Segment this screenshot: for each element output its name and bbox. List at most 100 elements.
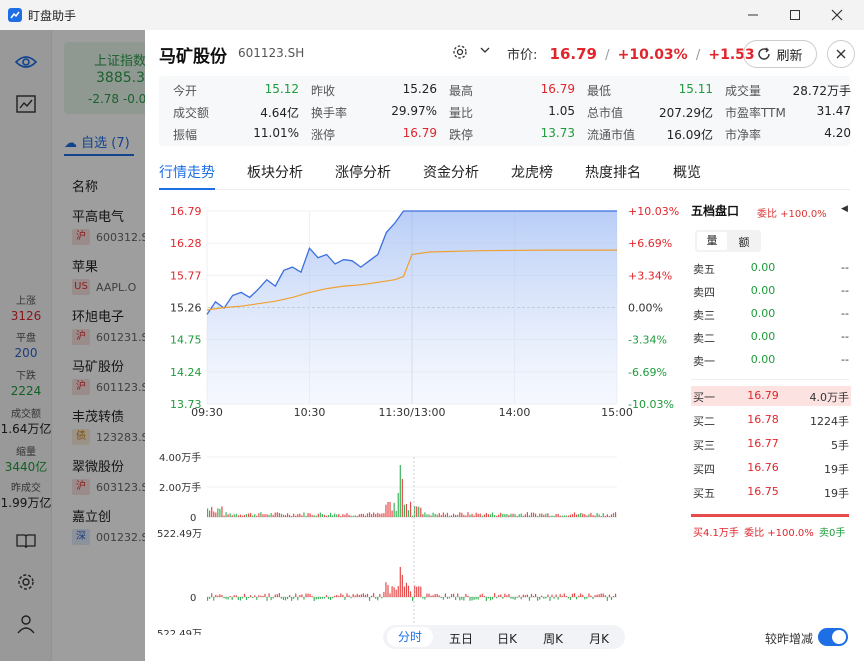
- gear-icon: [453, 45, 467, 59]
- compare-toggle-switch[interactable]: [818, 628, 848, 646]
- flow-bar: [565, 595, 567, 597]
- flow-bar: [301, 594, 303, 597]
- volume-bar: [606, 514, 608, 517]
- volume-bar: [235, 513, 237, 517]
- flow-bar: [422, 597, 424, 599]
- maximize-button[interactable]: [774, 0, 816, 30]
- modal-overlay[interactable]: [0, 30, 145, 661]
- tab-4[interactable]: 龙虎榜: [511, 162, 553, 182]
- flow-bar: [368, 597, 371, 601]
- period-1[interactable]: 五日: [441, 630, 481, 647]
- volume-bar: [260, 512, 262, 517]
- volume-bar: [512, 513, 514, 517]
- flow-bar: [547, 594, 549, 597]
- quote-value: 4.20: [824, 126, 851, 140]
- flow-bar: [323, 597, 326, 599]
- flow-bar: [250, 595, 252, 597]
- y-right-tick: +6.69%: [628, 237, 672, 250]
- volume-bar: [354, 515, 356, 517]
- flow-bar: [276, 594, 278, 597]
- tab-2[interactable]: 涨停分析: [335, 162, 391, 182]
- quote-value: 16.09亿: [666, 128, 713, 142]
- minimize-button[interactable]: [732, 0, 774, 30]
- flow-tick: 522.49万: [157, 629, 202, 635]
- flow-bar: [289, 595, 291, 597]
- volume-bar: [448, 515, 451, 517]
- y-left-tick: 16.79: [170, 205, 202, 218]
- refresh-button[interactable]: 刷新: [743, 40, 817, 68]
- quote-label: 总市值: [587, 106, 624, 120]
- refresh-label: 刷新: [776, 48, 803, 64]
- period-0[interactable]: 分时: [387, 627, 433, 647]
- period-3[interactable]: 周K: [533, 630, 573, 647]
- volume-bar: [291, 515, 293, 517]
- flow-bar: [366, 593, 369, 597]
- volume-bar: [356, 515, 358, 517]
- dropdown-button[interactable]: [479, 44, 491, 59]
- order-book-title: 五档盘口: [691, 204, 740, 218]
- quote-value: 31.47: [816, 104, 851, 118]
- volume-bar: [590, 512, 592, 517]
- flow-bar: [358, 594, 360, 597]
- volume-bar: [373, 512, 375, 517]
- tab-3[interactable]: 资金分析: [423, 162, 479, 182]
- bid-row: 买四 16.76 19手: [691, 458, 851, 478]
- tab-0[interactable]: 行情走势: [159, 162, 215, 182]
- collapse-arrow-icon[interactable]: ◀: [841, 204, 848, 214]
- volume-bar: [436, 514, 438, 517]
- flow-bar: [606, 597, 608, 601]
- volume-bar: [309, 513, 311, 517]
- flow-bar: [219, 594, 221, 597]
- volume-bar: [377, 512, 379, 517]
- bid-row: 买三 16.77 5手: [691, 434, 851, 454]
- quote-cell: 振幅 11.01%: [173, 126, 309, 146]
- level-label: 买五: [693, 487, 715, 500]
- volume-bar: [395, 510, 397, 517]
- flow-bar: [448, 597, 451, 599]
- volume-bar: [483, 514, 485, 517]
- flow-bar: [455, 597, 457, 601]
- volume-bar: [530, 512, 533, 517]
- volume-bar: [262, 514, 264, 517]
- flow-bar: [522, 594, 524, 597]
- volume-bar: [401, 479, 403, 517]
- volume-bar: [387, 502, 389, 517]
- flow-bar: [508, 593, 510, 597]
- volume-bar: [293, 513, 295, 517]
- level-label: 卖四: [693, 286, 715, 299]
- volume-bar: [225, 512, 227, 517]
- tab-6[interactable]: 概览: [673, 162, 701, 182]
- qty-amount-toggle[interactable]: 量 额: [695, 230, 761, 252]
- tab-1[interactable]: 板块分析: [247, 162, 303, 182]
- toggle-amount[interactable]: 额: [729, 234, 759, 250]
- volume-bar: [563, 515, 565, 517]
- intraday-chart[interactable]: 16.79 +10.03% 16.28 +6.69% 15.77 +3.34% 15.26 0…: [145, 195, 685, 635]
- quote-label: 最低: [587, 84, 612, 98]
- volume-bar: [256, 515, 258, 517]
- settings-button[interactable]: [452, 44, 468, 63]
- flow-bar: [307, 593, 309, 597]
- bid-row: 买一 16.79 4.0万手: [691, 386, 851, 406]
- period-2[interactable]: 日K: [487, 630, 527, 647]
- volume-bar: [393, 502, 395, 517]
- quote-label: 流通市值: [587, 128, 636, 142]
- volume-bar: [545, 513, 547, 517]
- close-dialog-button[interactable]: [827, 40, 855, 68]
- flow-bar: [584, 597, 586, 600]
- volume-bar: [543, 514, 545, 517]
- minimize-icon: [748, 14, 758, 16]
- flow-bar: [377, 597, 379, 601]
- quote-value: 15.26: [402, 82, 437, 96]
- flow-bar: [297, 597, 299, 601]
- ask-row: 卖四 0.00 --: [691, 281, 851, 301]
- period-4[interactable]: 月K: [579, 630, 619, 647]
- tab-5[interactable]: 热度排名: [585, 162, 641, 182]
- flow-bar: [330, 597, 332, 601]
- level-price: 0.00: [750, 307, 776, 320]
- volume-bar: [588, 514, 590, 517]
- toggle-qty[interactable]: 量: [697, 232, 727, 250]
- close-window-button[interactable]: [816, 0, 858, 30]
- flow-bar: [295, 593, 297, 597]
- flow-bars: [207, 567, 617, 601]
- flow-bar: [569, 597, 572, 601]
